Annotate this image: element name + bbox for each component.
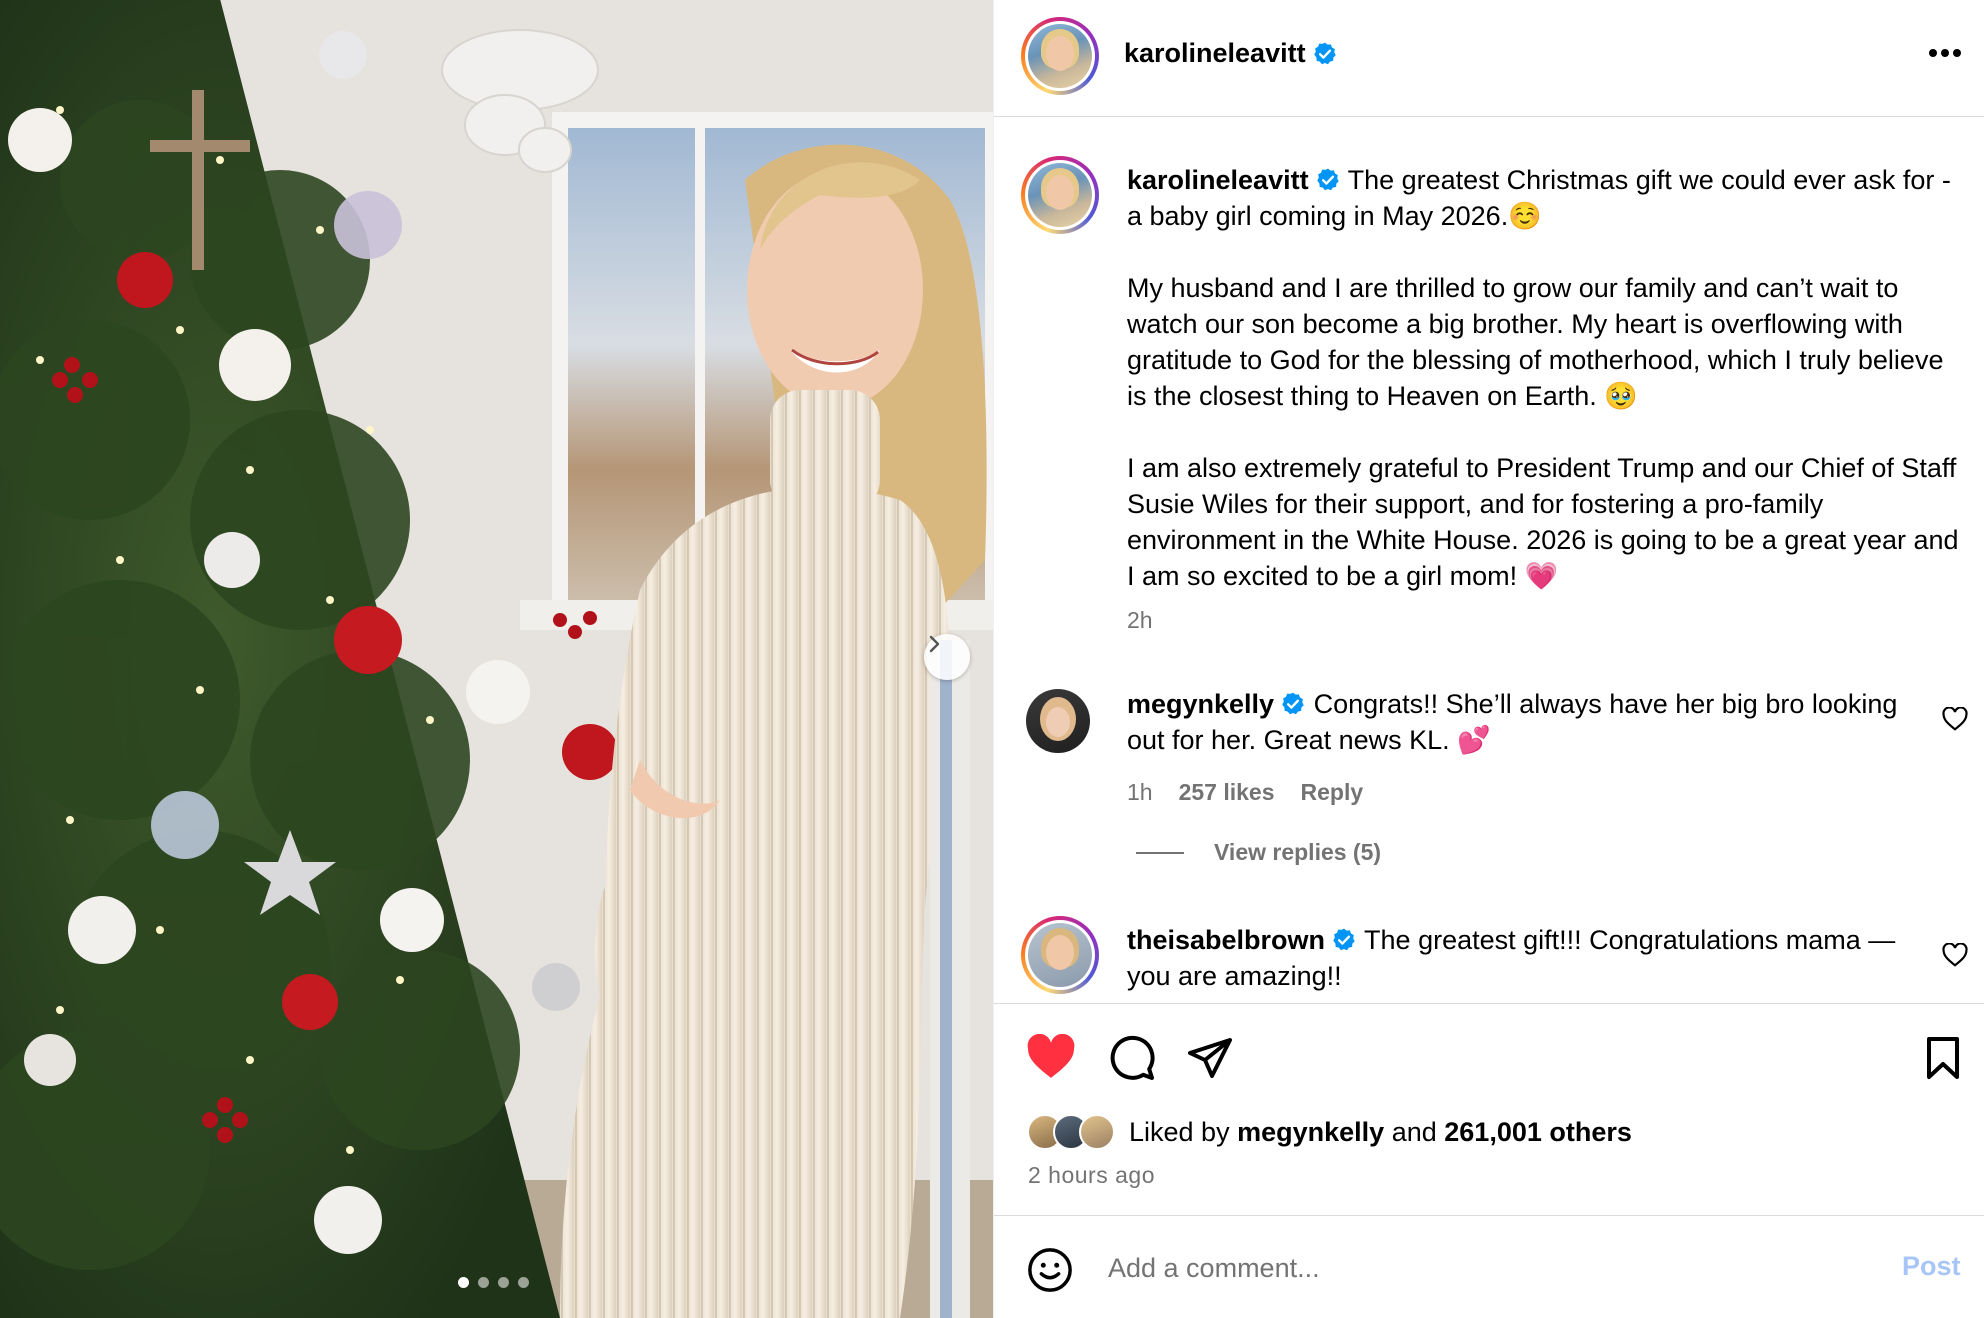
post-image[interactable]: [0, 0, 993, 1318]
post-header: karolineleavitt: [994, 0, 1984, 117]
caption-username[interactable]: karolineleavitt: [1127, 165, 1309, 195]
carousel-dot: [458, 1277, 469, 1288]
post-comment-button[interactable]: Post: [1902, 1251, 1961, 1282]
liked-by-user[interactable]: megynkelly: [1237, 1117, 1384, 1148]
liked-by-prefix: Liked by: [1129, 1116, 1230, 1147]
post-caption: karolineleavitt The greatest Christmas g…: [1127, 162, 1965, 638]
photo-scene: [0, 0, 993, 1318]
liked-by-and: and: [1391, 1116, 1437, 1147]
caption-time[interactable]: 2h: [1127, 602, 1965, 638]
liker-avatars: [1027, 1114, 1115, 1150]
liker-avatar: [1079, 1114, 1115, 1150]
verified-badge-icon: [1316, 168, 1339, 191]
comment-username[interactable]: theisabelbrown: [1127, 925, 1325, 955]
comment-username[interactable]: megynkelly: [1127, 689, 1274, 719]
header-username[interactable]: karolineleavitt: [1124, 38, 1306, 69]
replies-divider: [1136, 851, 1184, 854]
comment-item: megynkelly Congrats!! She’ll always have…: [1127, 686, 1927, 758]
comment-like-icon[interactable]: [1942, 707, 1968, 731]
carousel-dot: [518, 1277, 529, 1288]
comment-input[interactable]: [1108, 1246, 1808, 1290]
comment-like-icon[interactable]: [1942, 943, 1968, 967]
post-actions: Liked by megynkelly and 261,001 others 2…: [994, 1003, 1984, 1213]
reply-button[interactable]: Reply: [1301, 779, 1364, 806]
comments-scroll-area[interactable]: karolineleavitt The greatest Christmas g…: [994, 118, 1984, 1002]
comment-likes[interactable]: 257 likes: [1179, 779, 1275, 806]
emoji-icon[interactable]: [1027, 1247, 1073, 1293]
caption-paragraph-2: My husband and I are thrilled to grow ou…: [1127, 273, 1944, 411]
comment-avatar[interactable]: [1021, 916, 1099, 994]
post-sidebar: karolineleavitt karolineleavitt The grea…: [993, 0, 1984, 1318]
chevron-right-icon: [929, 635, 940, 653]
comment-composer: Post: [994, 1215, 1984, 1318]
verified-badge-icon: [1313, 42, 1336, 64]
caption-paragraph-3: I am also extremely grateful to Presiden…: [1127, 453, 1959, 591]
next-slide-button[interactable]: [924, 634, 970, 680]
verified-badge-icon: [1333, 928, 1355, 951]
comment-time[interactable]: 1h: [1127, 779, 1153, 806]
save-bookmark-icon[interactable]: [1924, 1036, 1962, 1080]
share-icon[interactable]: [1186, 1036, 1234, 1080]
comment-icon[interactable]: [1108, 1034, 1156, 1082]
carousel-dot: [498, 1277, 509, 1288]
view-replies-label: View replies (5): [1214, 839, 1382, 865]
comment-item: theisabelbrown The greatest gift!!! Cong…: [1127, 922, 1927, 994]
verified-badge-icon: [1282, 692, 1304, 715]
author-avatar[interactable]: [1021, 17, 1099, 95]
comment-meta: 1h 257 likes Reply: [1127, 779, 1363, 806]
caption-author-avatar[interactable]: [1021, 156, 1099, 234]
carousel-dot: [478, 1277, 489, 1288]
likes-summary[interactable]: Liked by megynkelly and 261,001 others: [1027, 1114, 1632, 1150]
liked-by-others[interactable]: 261,001 others: [1444, 1117, 1632, 1148]
like-heart-icon[interactable]: [1025, 1034, 1077, 1080]
carousel-indicator: [458, 1277, 529, 1288]
header-author: karolineleavitt: [1124, 38, 1338, 69]
comment-avatar[interactable]: [1026, 689, 1090, 753]
post-time-ago[interactable]: 2 hours ago: [1028, 1162, 1155, 1189]
view-replies-button[interactable]: View replies (5): [1136, 839, 1381, 866]
more-options-icon[interactable]: [1928, 48, 1962, 58]
